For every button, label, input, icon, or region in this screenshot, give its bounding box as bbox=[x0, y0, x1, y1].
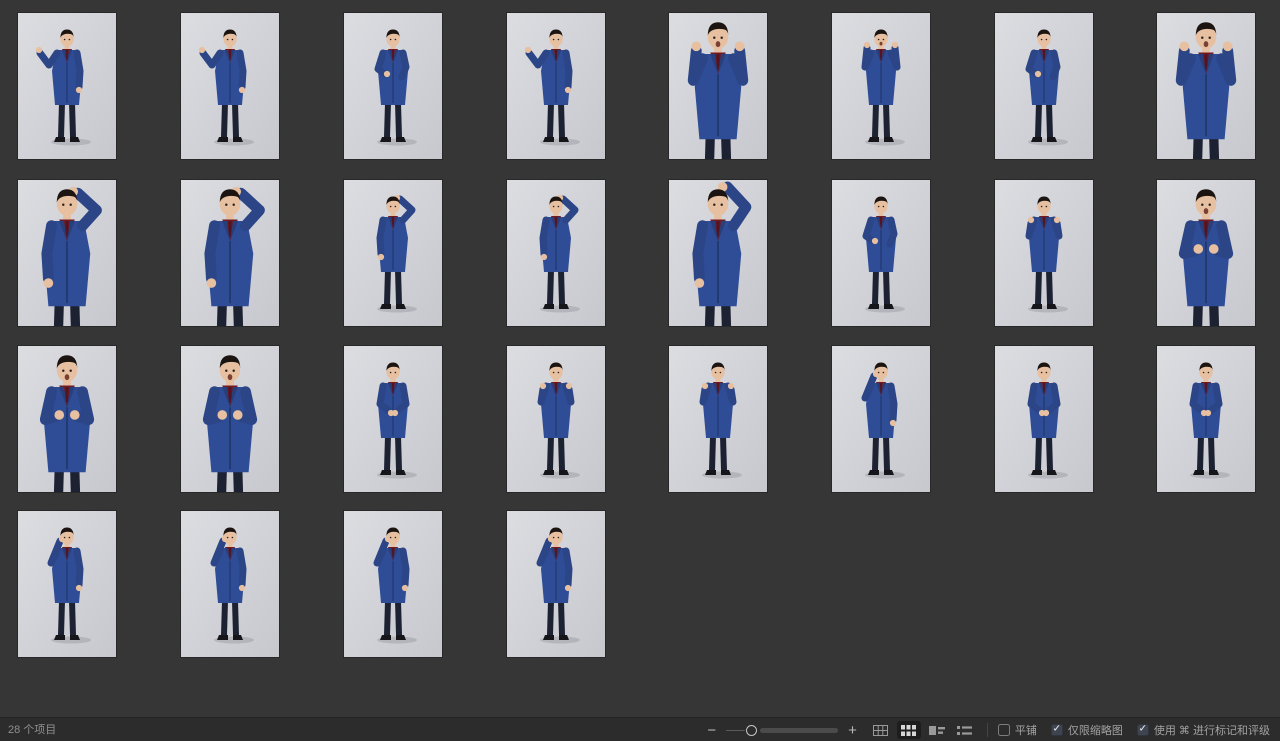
photo-thumbnail[interactable] bbox=[181, 511, 279, 657]
photo-thumbnail[interactable] bbox=[181, 346, 279, 492]
photo-thumbnail[interactable] bbox=[669, 180, 767, 326]
photo-thumbnail[interactable] bbox=[181, 13, 279, 159]
photo-thumbnail[interactable] bbox=[1157, 346, 1255, 492]
photo-thumbnail[interactable] bbox=[832, 180, 930, 326]
thumbnails-only-label: 仅限缩略图 bbox=[1068, 722, 1123, 738]
photo-thumbnail[interactable] bbox=[18, 511, 116, 657]
photo-thumbnail[interactable] bbox=[669, 346, 767, 492]
thumbnails-only-checkbox[interactable]: ✓ bbox=[1051, 724, 1063, 736]
photo-thumbnail[interactable] bbox=[507, 180, 605, 326]
option-tile[interactable]: 平铺 bbox=[998, 722, 1037, 738]
photo-thumbnail[interactable] bbox=[832, 13, 930, 159]
zoom-out-button[interactable]: − bbox=[705, 723, 718, 738]
photo-thumbnail[interactable] bbox=[18, 346, 116, 492]
photo-thumbnail[interactable] bbox=[18, 13, 116, 159]
thumbnail-size-control: − + bbox=[705, 723, 859, 738]
statusbar-controls: − + bbox=[705, 718, 1270, 741]
zoom-in-button[interactable]: + bbox=[846, 723, 859, 738]
slider-track-right bbox=[760, 728, 838, 733]
list-view-icon[interactable] bbox=[953, 721, 977, 739]
photo-browser-window: 28 个项目 − + bbox=[0, 0, 1280, 741]
tile-label: 平铺 bbox=[1015, 722, 1037, 738]
option-cmd-rating[interactable]: ✓ 使用 ⌘ 进行标记和评级 bbox=[1137, 722, 1270, 738]
photo-thumbnail[interactable] bbox=[507, 346, 605, 492]
photo-thumbnail[interactable] bbox=[1157, 180, 1255, 326]
slider-track-left bbox=[726, 730, 745, 732]
tile-checkbox[interactable] bbox=[998, 724, 1010, 736]
photo-thumbnail[interactable] bbox=[507, 13, 605, 159]
cmd-rating-label: 使用 ⌘ 进行标记和评级 bbox=[1154, 722, 1270, 738]
item-count-label: 28 个项目 bbox=[8, 718, 56, 741]
photo-thumbnail[interactable] bbox=[344, 511, 442, 657]
photo-thumbnail[interactable] bbox=[344, 180, 442, 326]
grid-thumbnails-view-icon[interactable] bbox=[897, 721, 921, 739]
photo-thumbnail[interactable] bbox=[995, 346, 1093, 492]
thumbnail-size-slider[interactable] bbox=[726, 724, 838, 736]
view-mode-buttons bbox=[869, 721, 977, 739]
slider-handle[interactable] bbox=[746, 725, 757, 736]
photo-thumbnail[interactable] bbox=[507, 511, 605, 657]
photo-thumbnail[interactable] bbox=[669, 13, 767, 159]
photo-thumbnail[interactable] bbox=[181, 180, 279, 326]
photo-thumbnail[interactable] bbox=[995, 180, 1093, 326]
photo-thumbnail[interactable] bbox=[1157, 13, 1255, 159]
option-thumbnails-only[interactable]: ✓ 仅限缩略图 bbox=[1051, 722, 1123, 738]
option-checkboxes: 平铺 ✓ 仅限缩略图 ✓ 使用 ⌘ 进行标记和评级 bbox=[998, 722, 1270, 738]
photo-thumbnail[interactable] bbox=[18, 180, 116, 326]
photo-thumbnail[interactable] bbox=[832, 346, 930, 492]
cmd-rating-checkbox[interactable]: ✓ bbox=[1137, 724, 1149, 736]
details-view-icon[interactable] bbox=[925, 721, 949, 739]
photo-thumbnail[interactable] bbox=[344, 346, 442, 492]
status-bar: 28 个项目 − + bbox=[0, 717, 1280, 741]
statusbar-separator bbox=[987, 723, 988, 737]
grid-outline-view-icon[interactable] bbox=[869, 721, 893, 739]
thumbnail-grid bbox=[0, 0, 1280, 717]
photo-thumbnail[interactable] bbox=[995, 13, 1093, 159]
photo-thumbnail[interactable] bbox=[344, 13, 442, 159]
